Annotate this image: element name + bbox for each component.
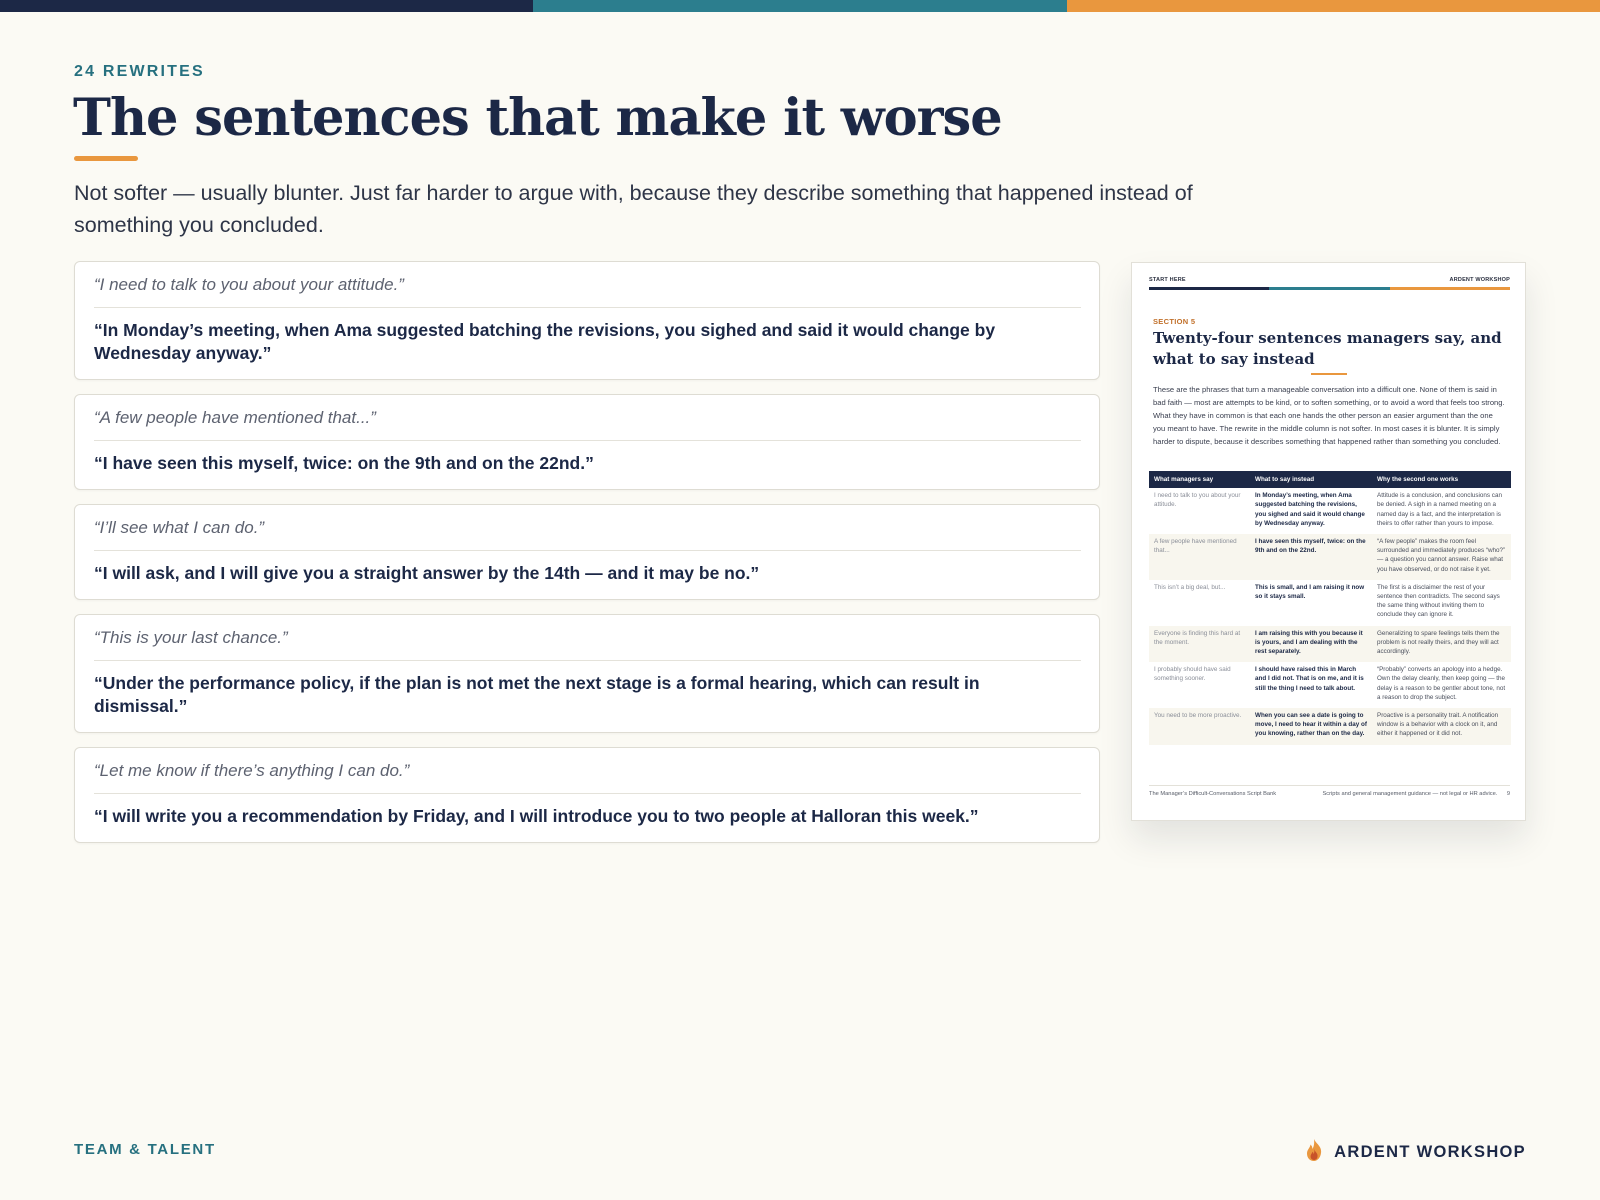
doc-title: Twenty-four sentences managers say, and … [1153, 329, 1502, 368]
doc-rewrite-table: What managers say What to say instead Wh… [1149, 471, 1511, 745]
rewrite-replacement: “I have seen this myself, twice: on the … [94, 453, 594, 473]
doc-cell-why: Attitude is a conclusion, and conclusion… [1377, 492, 1502, 527]
doc-table-header: What to say instead [1250, 471, 1372, 489]
rewrite-original: “I’ll see what I can do.” [94, 505, 1081, 551]
doc-footer-note: Scripts and general management guidance … [1322, 791, 1498, 797]
doc-cell-why: Proactive is a personality trait. A noti… [1372, 708, 1511, 745]
doc-cell-instead: I am raising this with you because it is… [1250, 625, 1372, 663]
doc-color-bar [1149, 287, 1510, 290]
doc-cell-instead: I should have raised this in March and I… [1255, 666, 1364, 692]
footer-category: TEAM & TALENT [74, 1141, 216, 1158]
page-title: The sentences that make it worse [73, 88, 1003, 148]
rewrite-card-list: “I need to talk to you about your attitu… [74, 261, 1100, 857]
rewrite-replacement: “In Monday’s meeting, when Ama suggested… [94, 320, 996, 363]
doc-header-right: ARDENT WORKSHOP [1449, 277, 1510, 283]
rewrite-card: “This is your last chance.” “Under the p… [74, 614, 1100, 733]
rewrite-card: “I need to talk to you about your attitu… [74, 261, 1100, 380]
doc-cell-say: This isn’t a big deal, but... [1154, 583, 1226, 591]
doc-cell-say: A few people have mentioned that... [1149, 534, 1250, 580]
doc-table-row: A few people have mentioned that... I ha… [1149, 534, 1511, 580]
title-accent-rule [74, 156, 138, 161]
doc-title-rule [1311, 373, 1347, 375]
doc-cell-instead: I have seen this myself, twice: on the 9… [1250, 534, 1372, 580]
doc-cell-why: The first is a disclaimer the rest of yo… [1377, 583, 1500, 619]
doc-table-row: I need to talk to you about your attitud… [1149, 488, 1511, 534]
doc-section-label: SECTION 5 [1153, 317, 1196, 326]
doc-table-row: I probably should have said something so… [1149, 662, 1511, 708]
doc-header: START HERE ARDENT WORKSHOP [1149, 277, 1510, 283]
top-bar-teal [533, 0, 1067, 12]
doc-footer-left: The Manager’s Difficult-Conversations Sc… [1149, 791, 1277, 797]
document-page-preview: START HERE ARDENT WORKSHOP SECTION 5 Twe… [1131, 262, 1526, 821]
rewrite-replacement: “I will ask, and I will give you a strai… [94, 563, 760, 583]
doc-page-number: 9 [1506, 791, 1510, 797]
eyebrow-label: 24 REWRITES [74, 63, 205, 80]
doc-cell-say: Everyone is finding this hard at the mom… [1149, 625, 1250, 663]
doc-cell-say: I probably should have said something so… [1154, 666, 1231, 683]
doc-footer-right-group: Scripts and general management guidance … [1323, 791, 1511, 797]
doc-cell-instead: When you can see a date is going to move… [1250, 708, 1372, 745]
doc-table-row: Everyone is finding this hard at the mom… [1149, 625, 1511, 663]
top-bar-navy [0, 0, 534, 12]
rewrite-card: “Let me know if there’s anything I can d… [74, 747, 1100, 843]
doc-cell-instead: This is small, and I am raising it now s… [1255, 583, 1365, 601]
rewrite-original: “A few people have mentioned that...” [94, 395, 1081, 441]
rewrite-original: “This is your last chance.” [94, 615, 1081, 661]
doc-cell-instead: In Monday’s meeting, when Ama suggested … [1255, 492, 1365, 527]
doc-footer-divider [1149, 785, 1510, 786]
rewrite-replacement: “Under the performance policy, if the pl… [94, 673, 980, 716]
rewrite-original: “I need to talk to you about your attitu… [94, 262, 1081, 308]
doc-bar-navy [1149, 287, 1270, 290]
doc-table-row: You need to be more proactive. When you … [1149, 708, 1511, 745]
doc-table-header: What managers say [1149, 471, 1250, 489]
doc-bar-teal [1269, 287, 1390, 290]
rewrite-replacement: “I will write you a recommendation by Fr… [94, 806, 979, 826]
doc-intro-text: These are the phrases that turn a manage… [1153, 385, 1505, 446]
doc-cell-say: You need to be more proactive. [1149, 708, 1250, 745]
footer-brand-name: ARDENT WORKSHOP [1334, 1143, 1526, 1161]
doc-table-header: Why the second one works [1372, 471, 1511, 489]
doc-header-left: START HERE [1149, 277, 1186, 283]
doc-table-header-row: What managers say What to say instead Wh… [1149, 471, 1511, 489]
rewrite-card: “I’ll see what I can do.” “I will ask, a… [74, 504, 1100, 600]
doc-footer: The Manager’s Difficult-Conversations Sc… [1149, 791, 1510, 797]
rewrite-original: “Let me know if there’s anything I can d… [94, 748, 1081, 794]
doc-cell-why: “A few people” makes the room feel surro… [1372, 534, 1511, 580]
page-subtitle: Not softer — usually blunter. Just far h… [74, 181, 1193, 237]
flame-icon [1304, 1138, 1324, 1167]
footer-brand: ARDENT WORKSHOP [1304, 1138, 1526, 1167]
doc-cell-why: “Probably” converts an apology into a he… [1377, 666, 1506, 701]
top-color-bar [0, 0, 1600, 12]
doc-table-row: This isn’t a big deal, but... This is sm… [1149, 580, 1511, 626]
doc-cell-why: Generalizing to spare feelings tells the… [1372, 625, 1511, 663]
doc-cell-say: I need to talk to you about your attitud… [1154, 492, 1241, 509]
rewrite-card: “A few people have mentioned that...” “I… [74, 394, 1100, 490]
top-bar-orange [1066, 0, 1600, 12]
doc-bar-orange [1389, 287, 1510, 290]
